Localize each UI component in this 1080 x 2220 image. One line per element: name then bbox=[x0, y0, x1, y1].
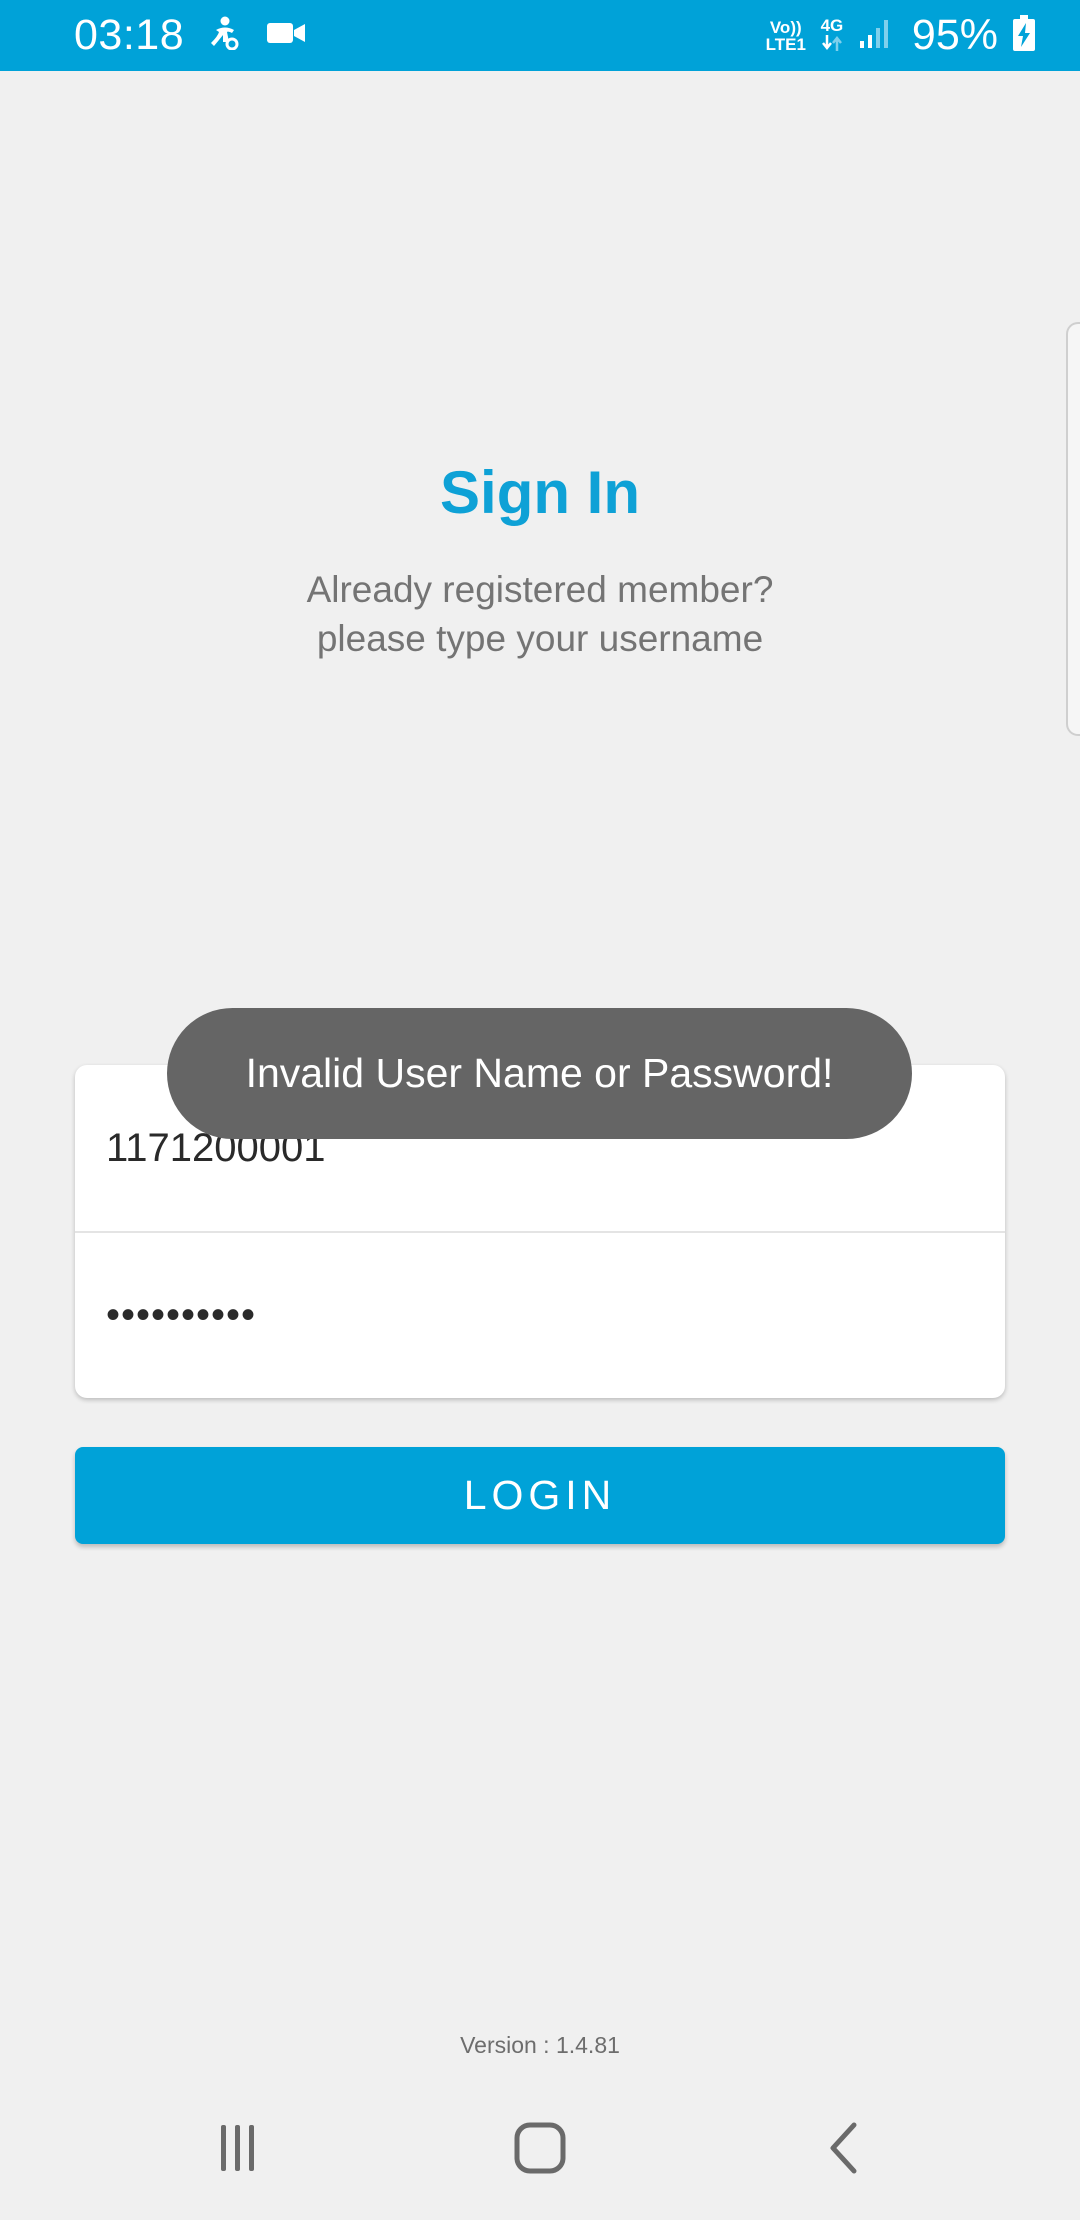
version-label: Version : 1.4.81 bbox=[460, 2032, 620, 2058]
page-title: Sign In bbox=[440, 459, 640, 526]
toast-message: Invalid User Name or Password! bbox=[245, 1050, 834, 1096]
back-button[interactable] bbox=[763, 2080, 923, 2220]
status-bar: 03:18 Vo)) LTE1 4G 95% bbox=[0, 0, 1080, 71]
home-button[interactable] bbox=[460, 2080, 620, 2220]
home-icon bbox=[514, 2122, 566, 2179]
data-arrows-icon bbox=[820, 34, 844, 55]
volte-indicator: Vo)) LTE1 bbox=[766, 19, 806, 53]
edge-panel-handle[interactable] bbox=[1066, 322, 1080, 736]
network-indicator: 4G bbox=[820, 17, 844, 55]
password-field[interactable]: •••••••••• bbox=[75, 1231, 1005, 1397]
signal-icon bbox=[858, 17, 892, 54]
subtitle-line-2: please type your username bbox=[316, 618, 764, 659]
volte-label-bottom: LTE1 bbox=[765, 34, 806, 54]
subtitle-line-1: Already registered member? bbox=[306, 569, 774, 610]
battery-charging-icon bbox=[1012, 14, 1036, 57]
battery-percent: 95% bbox=[911, 11, 998, 59]
page-subtitle: Already registered member? please type y… bbox=[0, 565, 1080, 663]
back-icon bbox=[826, 2122, 860, 2179]
status-bar-left: 03:18 bbox=[74, 11, 306, 60]
accessibility-icon bbox=[210, 16, 240, 55]
recent-apps-button[interactable] bbox=[158, 2080, 318, 2220]
login-button[interactable]: LOGIN bbox=[75, 1447, 1005, 1544]
login-screen: 03:18 Vo)) LTE1 4G 95% Sign In Already r… bbox=[0, 0, 1080, 2220]
volte-label-top: Vo)) bbox=[769, 17, 802, 37]
password-input[interactable]: •••••••••• bbox=[106, 1293, 256, 1338]
video-camera-icon bbox=[266, 21, 306, 50]
network-label: 4G bbox=[820, 15, 844, 35]
status-time: 03:18 bbox=[74, 11, 185, 59]
navigation-bar bbox=[0, 2080, 1080, 2220]
recent-apps-icon bbox=[213, 2123, 263, 2178]
status-bar-right: Vo)) LTE1 4G 95% bbox=[766, 11, 1036, 60]
error-toast: Invalid User Name or Password! bbox=[167, 1008, 912, 1139]
